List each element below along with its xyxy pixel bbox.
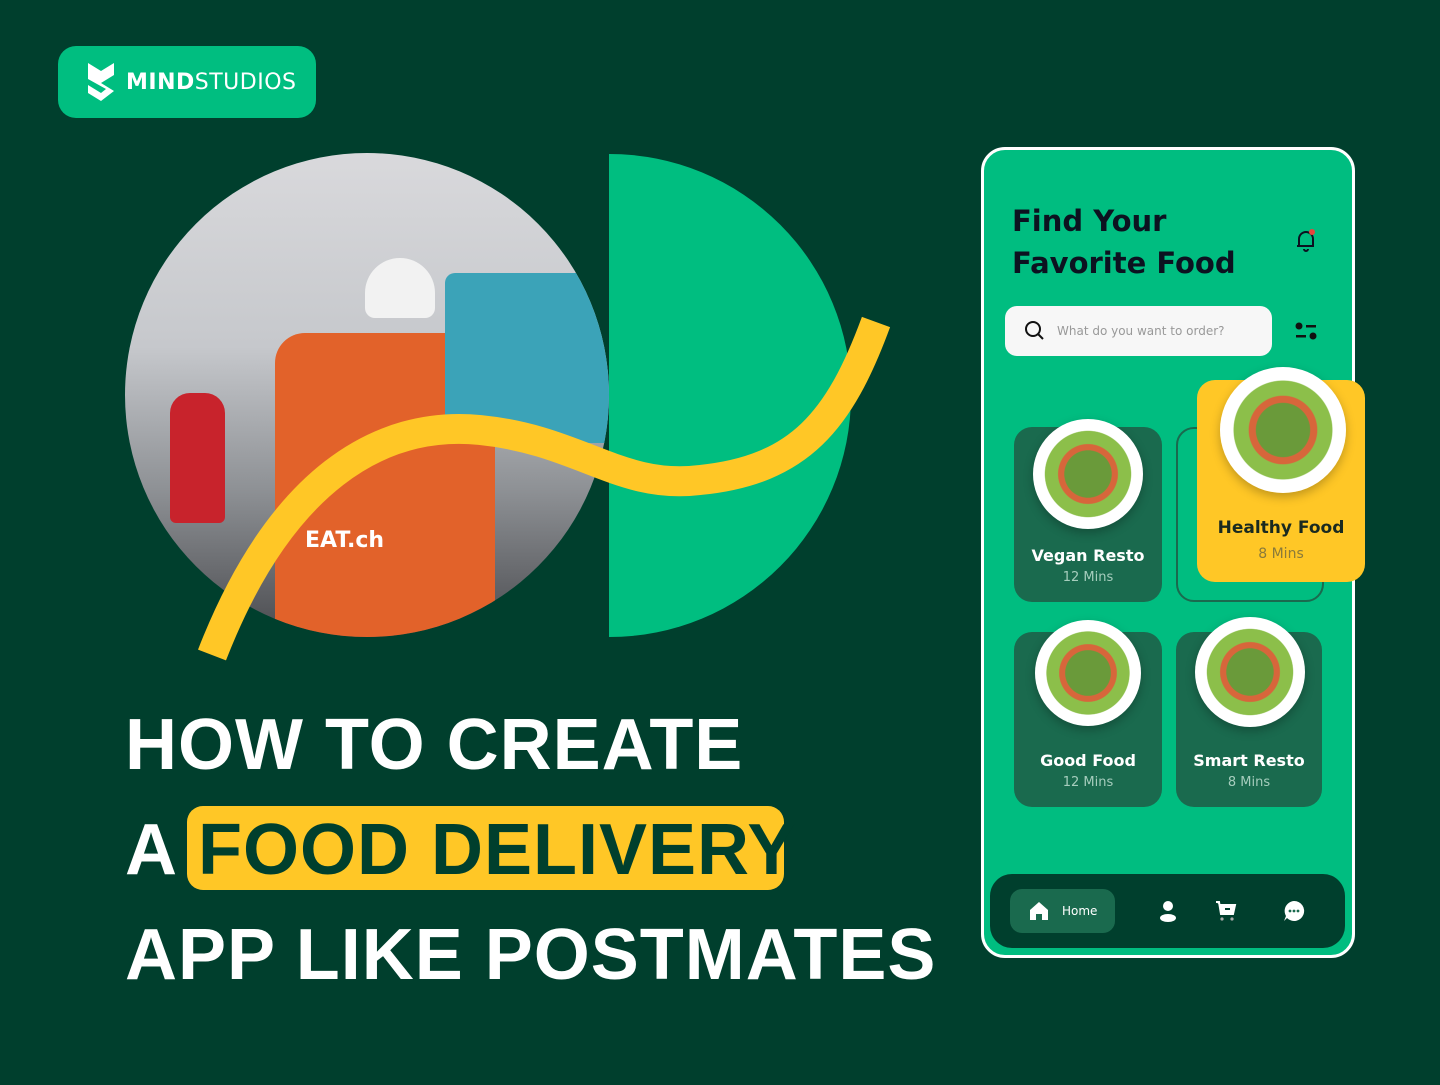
app-title-line-2: Favorite Food (1012, 246, 1236, 280)
nav-home-label: Home (1062, 904, 1098, 918)
filter-icon[interactable] (1294, 320, 1318, 342)
restaurant-card-vegan[interactable]: Vegan Resto 12 Mins (1014, 419, 1162, 602)
nav-home[interactable]: Home (1010, 889, 1115, 933)
search-icon (1025, 321, 1044, 340)
headline-line-1: HOW TO CREATE (125, 705, 744, 785)
bottom-nav: Home (990, 874, 1345, 948)
home-icon (1030, 902, 1048, 920)
app-title: Find Your Favorite Food (1012, 200, 1236, 284)
card-time: 12 Mins (1062, 775, 1114, 790)
search-input[interactable]: What do you want to order? (1005, 306, 1272, 356)
card-time: 8 Mins (1227, 775, 1271, 790)
restaurant-card-healthy[interactable]: Healthy Food 8 Mins (1197, 367, 1365, 582)
headline-highlight-text: FOOD DELIVERY (198, 810, 797, 890)
card-time: 8 Mins (1258, 546, 1304, 562)
food-plate-image (1035, 620, 1141, 726)
food-plate-image (1220, 367, 1346, 493)
headline-line-2-prefix: A (125, 810, 178, 890)
search-placeholder: What do you want to order? (1057, 324, 1225, 338)
restaurant-card-good[interactable]: Good Food 12 Mins (1014, 620, 1162, 807)
headline-line-3: APP LIKE POSTMATES (125, 915, 937, 995)
card-name: Good Food (1040, 751, 1136, 770)
card-name: Smart Resto (1193, 751, 1305, 770)
app-title-line-1: Find Your (1012, 204, 1167, 238)
profile-icon[interactable] (1158, 900, 1178, 922)
card-time: 12 Mins (1062, 570, 1114, 585)
chat-icon[interactable] (1283, 900, 1305, 922)
food-plate-image (1195, 617, 1305, 727)
cart-icon[interactable] (1215, 900, 1237, 922)
card-name: Vegan Resto (1031, 546, 1145, 565)
bell-icon[interactable] (1294, 228, 1318, 254)
card-name: Healthy Food (1217, 518, 1345, 538)
food-plate-image (1033, 419, 1143, 529)
restaurant-card-smart[interactable]: Smart Resto 8 Mins (1176, 617, 1322, 807)
